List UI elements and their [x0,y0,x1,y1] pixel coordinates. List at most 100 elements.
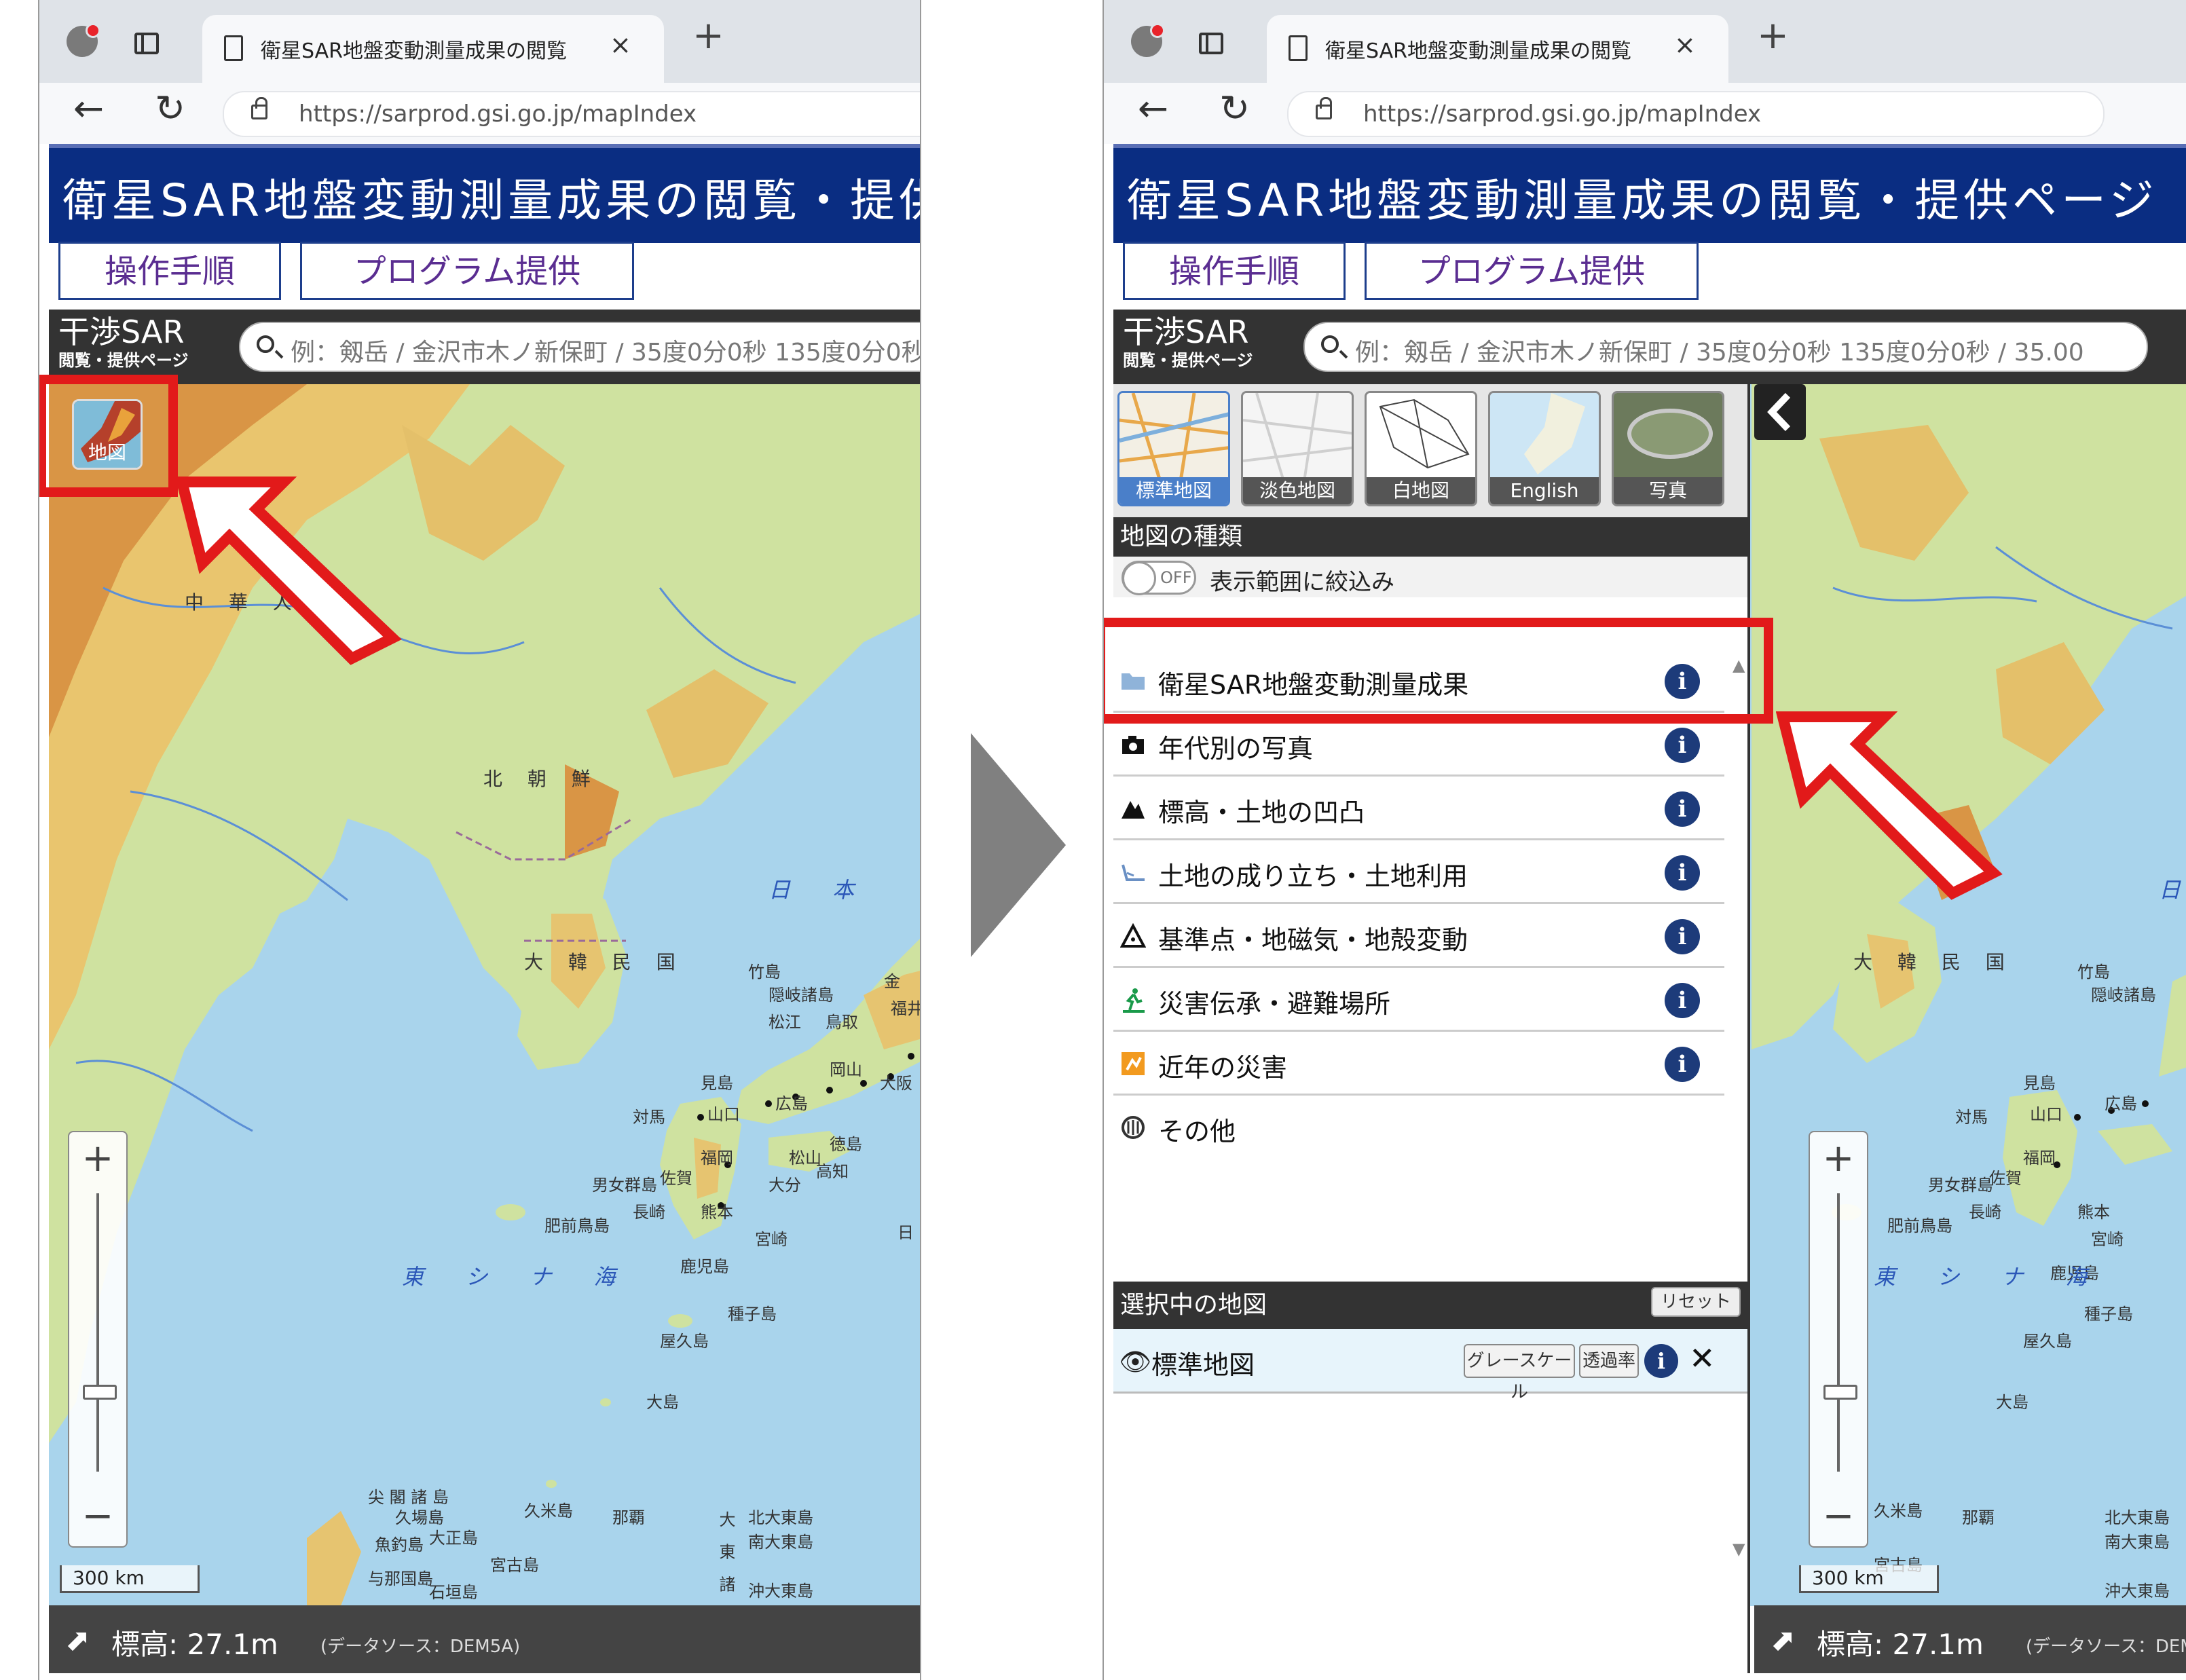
label-miyazaki: 宮崎 [2091,1230,2124,1249]
expand-arrow-icon[interactable]: ⬈ [1771,1623,1796,1658]
zoom-slider-track[interactable] [1837,1193,1840,1472]
zoom-slider-track[interactable] [96,1193,99,1472]
basemap-blank[interactable]: 白地図 [1365,391,1477,506]
close-tab-icon[interactable]: × [610,30,631,60]
page-icon [224,35,243,61]
basemap-photo[interactable]: 写真 [1612,391,1724,506]
expand-arrow-icon[interactable]: ⬈ [65,1623,90,1658]
zoom-in-button[interactable]: + [69,1136,126,1180]
back-icon[interactable]: ← [1138,87,1168,130]
category-label: 年代別の写真 [1158,734,1314,764]
basemap-standard[interactable]: 標準地図 [1117,391,1230,506]
insar-logo[interactable]: 干渉SAR 閲覧・提供ページ [58,314,189,371]
info-icon[interactable]: i [1665,791,1700,827]
lock-icon[interactable] [251,97,267,119]
url-text: https://sarprod.gsi.go.jp/mapIndex [299,100,697,128]
filter-toggle[interactable]: OFF [1122,561,1196,595]
instructions-button[interactable]: 操作手順 [1123,242,1346,300]
label-osaka: 大阪 [880,1074,912,1093]
collapse-panel-button[interactable] [1754,384,1806,440]
back-icon[interactable]: ← [73,87,104,130]
new-tab-button[interactable]: + [1757,14,1789,58]
zoom-slider-handle[interactable] [83,1385,117,1400]
browser-tab[interactable]: 衛星SAR地盤変動測量成果の閲覧 × [202,15,664,83]
blank-map-thumbnail-icon [1367,393,1475,481]
basemap-pale[interactable]: 淡色地図 [1241,391,1354,506]
scroll-down-icon[interactable]: ▼ [1733,1539,1745,1558]
tab-actions-icon[interactable] [134,33,159,54]
map-toolbar: 干渉SAR 閲覧・提供ページ 例：剱岳 / 金沢市木ノ新保町 / 35度0分0秒… [1113,310,2186,384]
site-title-banner: 衛星SAR地盤変動測量成果の閲覧・提供ページ [1113,144,2186,243]
new-tab-button[interactable]: + [692,14,724,58]
selected-map-row: 👁 標準地図 グレースケール 透過率 i ✕ [1113,1329,1747,1402]
toggle-state: OFF [1160,568,1192,587]
zoom-slider-handle[interactable] [1823,1385,1857,1400]
url-field[interactable]: https://sarprod.gsi.go.jp/mapIndex [1287,91,2105,137]
label-naha: 那覇 [612,1508,645,1527]
zoom-out-button[interactable]: − [1810,1494,1867,1538]
place-search-input[interactable]: 例：剱岳 / 金沢市木ノ新保町 / 35度0分0秒 135度0分0秒 / 35.… [1303,322,2148,372]
category-other[interactable]: その他 [1113,1096,1724,1159]
info-icon[interactable]: i [1665,983,1700,1018]
zoom-control: + − [68,1131,128,1548]
site-title-banner: 衛星SAR地盤変動測量成果の閲覧・提供ページ [49,144,920,243]
reload-icon[interactable]: ↻ [155,87,185,130]
insar-logo[interactable]: 干渉SAR 閲覧・提供ページ [1123,314,1253,371]
zoom-out-button[interactable]: − [69,1494,126,1538]
program-button[interactable]: プログラム提供 [1365,242,1699,300]
label-yakushima: 屋久島 [2023,1332,2072,1351]
info-icon[interactable]: i [1644,1344,1678,1378]
visibility-eye-icon[interactable]: 👁 [1119,1347,1151,1377]
info-icon[interactable]: i [1665,919,1700,954]
search-icon [1321,335,1339,353]
opacity-button[interactable]: 透過率 [1579,1344,1639,1378]
label-danjo: 男女群島 [592,1176,657,1195]
category-label: 災害伝承・避難場所 [1158,989,1391,1019]
info-icon[interactable]: i [1665,1047,1700,1082]
label-fukuoka: 福岡 [2023,1149,2056,1168]
standard-map-thumbnail-icon [1119,393,1228,482]
zoom-in-button[interactable]: + [1810,1136,1867,1180]
reload-icon[interactable]: ↻ [1219,87,1250,130]
remove-layer-icon[interactable]: ✕ [1689,1340,1716,1377]
url-text: https://sarprod.gsi.go.jp/mapIndex [1363,100,1762,128]
label-oita: 大分 [768,1176,801,1195]
scale-label: 300 km [73,1567,145,1589]
label-nagasaki: 長崎 [633,1203,665,1222]
label-oki: 隠岐諸島 [768,986,834,1005]
lock-icon[interactable] [1316,97,1332,119]
profile-avatar[interactable] [1131,23,1165,57]
grayscale-button[interactable]: グレースケール [1464,1344,1575,1402]
reset-button[interactable]: リセット [1650,1287,1741,1317]
highlight-box [39,375,178,497]
label-oki: 隠岐諸島 [2091,986,2156,1005]
label-east-china-sea: 東 シ ナ 海 [402,1264,633,1290]
category-evacuation[interactable]: 災害伝承・避難場所 i [1113,968,1724,1032]
label-tanegashima: 種子島 [728,1305,777,1324]
basemap-english[interactable]: English [1488,391,1601,506]
profile-avatar[interactable] [67,23,100,57]
info-icon[interactable]: i [1665,728,1700,763]
browser-tab[interactable]: 衛星SAR地盤変動測量成果の閲覧 × [1267,15,1728,83]
data-source: (データソース：DEM5A) [2026,1637,2186,1657]
place-search-input[interactable]: 例：剱岳 / 金沢市木ノ新保町 / 35度0分0秒 135度0分0秒 / 35.… [239,322,920,372]
label-yakushima: 屋久島 [660,1332,709,1351]
label-saga: 佐賀 [1989,1169,2022,1188]
category-geodetic[interactable]: 基準点・地磁気・地殻変動 i [1113,904,1724,968]
info-icon[interactable]: i [1665,855,1700,891]
instructions-button[interactable]: 操作手順 [58,242,281,300]
tab-actions-icon[interactable] [1199,33,1223,54]
category-disasters[interactable]: 近年の災害 i [1113,1032,1724,1096]
category-elevation[interactable]: 標高・土地の凹凸 i [1113,777,1724,840]
category-scrollbar[interactable]: ▲ ▼ [1728,656,1747,1558]
label-east-china-sea: 東 シ ナ 海 [1874,1264,2105,1290]
label-amami: 大島 [1996,1393,2028,1412]
label-naha: 那覇 [1962,1508,1995,1527]
category-landuse[interactable]: 土地の成り立ち・土地利用 i [1113,840,1724,904]
url-field[interactable]: https://sarprod.gsi.go.jp/mapIndex [223,91,920,137]
program-button[interactable]: プログラム提供 [300,242,634,300]
close-tab-icon[interactable]: × [1674,30,1696,60]
label-yamaguchi: 山口 [2030,1105,2062,1124]
label-hi: 日 [897,1223,914,1242]
base-map-selector: 標準地図 淡色地図 白地図 English 写真 [1113,384,1747,517]
